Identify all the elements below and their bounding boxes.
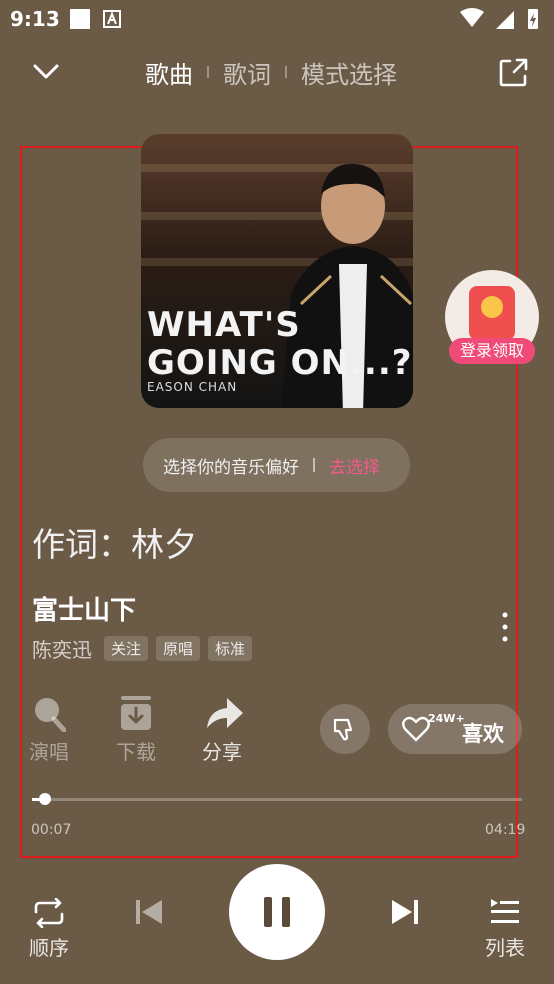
song-meta-row: 陈奕迅 关注 原唱 标准 — [32, 634, 253, 663]
total-time: 04:19 — [485, 822, 526, 838]
tab-song[interactable]: 歌曲 — [145, 55, 193, 90]
login-reward-badge[interactable]: 登录领取 — [445, 270, 539, 366]
previous-track-icon[interactable] — [134, 898, 164, 926]
signal-icon — [496, 11, 514, 29]
preference-link[interactable]: 去选择 — [329, 453, 380, 478]
album-title: WHAT'S GOING ON...? — [147, 305, 413, 383]
quality-badge[interactable]: 标准 — [208, 635, 253, 661]
notification-a-icon — [103, 10, 121, 28]
pause-button[interactable] — [229, 864, 325, 960]
status-bar: 9:13 — [0, 0, 554, 36]
share-arrow-icon — [207, 698, 243, 728]
tab-mode-select[interactable]: 模式选择 — [301, 55, 397, 90]
next-track-icon[interactable] — [390, 898, 420, 926]
thumbs-down-icon — [333, 718, 353, 741]
progress-slider[interactable] — [32, 793, 522, 805]
status-time: 9:13 — [10, 7, 60, 31]
playlist-label: 列表 — [485, 936, 525, 960]
current-time: 00:07 — [31, 822, 72, 838]
follow-badge[interactable]: 关注 — [104, 635, 149, 661]
pause-icon — [264, 897, 290, 927]
dislike-button[interactable] — [320, 704, 370, 754]
microphone-icon — [35, 698, 66, 732]
tab-divider — [285, 66, 287, 78]
repeat-order-icon[interactable] — [32, 898, 66, 928]
like-label: 喜欢 — [462, 722, 504, 746]
tab-divider — [207, 66, 209, 78]
preference-text: 选择你的音乐偏好 — [163, 457, 299, 478]
download-button[interactable]: 下载 — [101, 696, 171, 766]
preference-divider — [313, 458, 315, 472]
download-icon — [121, 696, 151, 730]
login-reward-label: 登录领取 — [449, 338, 535, 364]
tab-lyrics[interactable]: 歌词 — [223, 55, 271, 90]
coin-icon — [481, 296, 503, 318]
share-external-icon[interactable] — [496, 54, 532, 90]
play-mode-label: 顺序 — [29, 936, 69, 960]
current-lyric-line: 作词：林夕 — [32, 525, 197, 564]
album-cover[interactable]: WHAT'S GOING ON...? EASON CHAN — [141, 134, 413, 408]
wifi-icon — [460, 8, 484, 27]
heart-icon — [402, 716, 430, 742]
share-button[interactable]: 分享 — [187, 696, 257, 766]
more-options-icon[interactable] — [496, 610, 514, 644]
status-icons — [460, 8, 538, 29]
chevron-down-icon[interactable] — [28, 54, 64, 90]
notification-square-icon — [70, 9, 90, 29]
song-title: 富士山下 — [32, 596, 137, 626]
header-tabs: 歌曲 歌词 模式选择 — [145, 54, 397, 90]
share-label: 分享 — [202, 740, 242, 764]
playlist-icon[interactable] — [490, 898, 520, 926]
download-label: 下载 — [116, 740, 156, 764]
music-preference-pill[interactable]: 选择你的音乐偏好 去选择 — [143, 438, 410, 492]
sing-button[interactable]: 演唱 — [14, 696, 84, 766]
album-artist: EASON CHAN — [147, 380, 238, 394]
sing-label: 演唱 — [29, 740, 69, 764]
like-count: 24W+ — [428, 712, 465, 725]
artist-name[interactable]: 陈奕迅 — [32, 634, 92, 663]
player-header: 歌曲 歌词 模式选择 — [0, 40, 554, 100]
playback-controls: 顺序 列表 — [0, 864, 554, 984]
like-button[interactable]: 24W+ 喜欢 — [388, 704, 522, 754]
original-badge[interactable]: 原唱 — [156, 635, 201, 661]
